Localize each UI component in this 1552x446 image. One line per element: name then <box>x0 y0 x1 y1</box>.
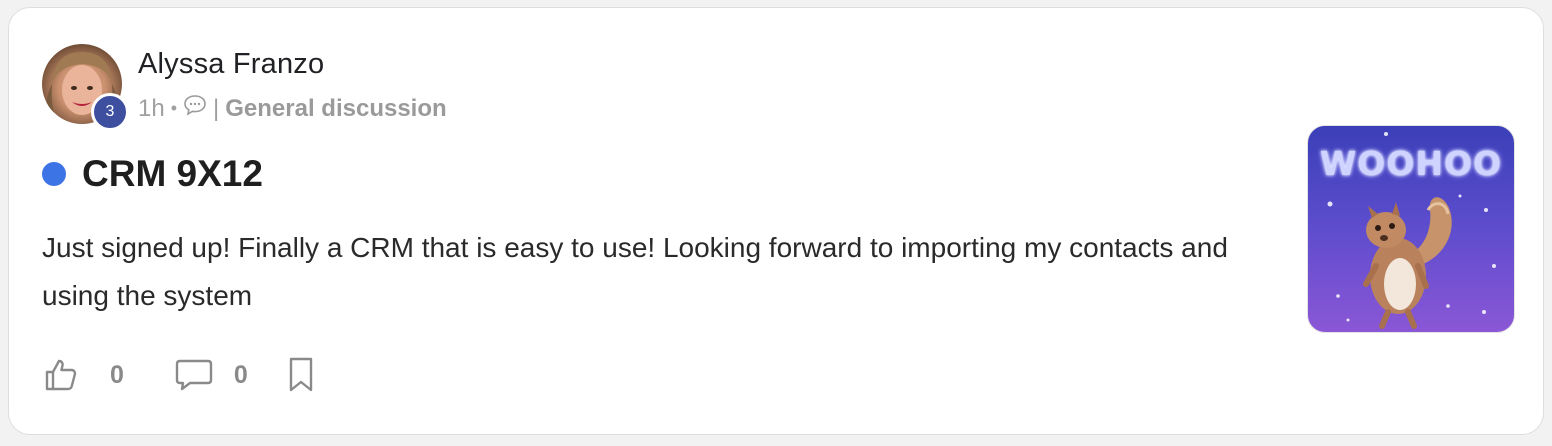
post-meta: 1h • | General discussion <box>138 94 447 123</box>
thumbs-up-icon[interactable] <box>42 356 80 394</box>
post-card[interactable]: 3 Alyssa Franzo 1h • | General discussio… <box>8 7 1544 435</box>
post-actions: 0 0 <box>42 356 316 394</box>
comment-count: 0 <box>233 360 248 389</box>
comment-button[interactable]: 0 <box>174 357 248 393</box>
like-count: 0 <box>110 360 124 389</box>
post-title[interactable]: CRM 9X12 <box>82 153 263 195</box>
comment-icon[interactable] <box>174 357 214 393</box>
bookmark-icon[interactable] <box>286 356 316 394</box>
speech-bubble-icon <box>183 94 207 123</box>
author-avatar-wrap[interactable]: 3 <box>42 44 129 131</box>
category-link[interactable]: General discussion <box>225 95 446 123</box>
post-time: 1h <box>138 94 165 122</box>
like-button[interactable]: 0 <box>42 356 124 394</box>
thumbnail-caption: WOOHOO <box>1319 144 1503 183</box>
level-badge: 3 <box>91 93 129 131</box>
bookmark-button[interactable] <box>286 356 316 394</box>
meta-separator: | <box>213 94 220 122</box>
author-name[interactable]: Alyssa Franzo <box>138 48 324 81</box>
post-thumbnail[interactable]: WOOHOO <box>1307 125 1515 333</box>
meta-dot: • <box>170 98 178 118</box>
title-row: CRM 9X12 <box>42 153 263 195</box>
post-body[interactable]: Just signed up! Finally a CRM that is ea… <box>42 224 1242 320</box>
unread-indicator <box>42 162 66 186</box>
